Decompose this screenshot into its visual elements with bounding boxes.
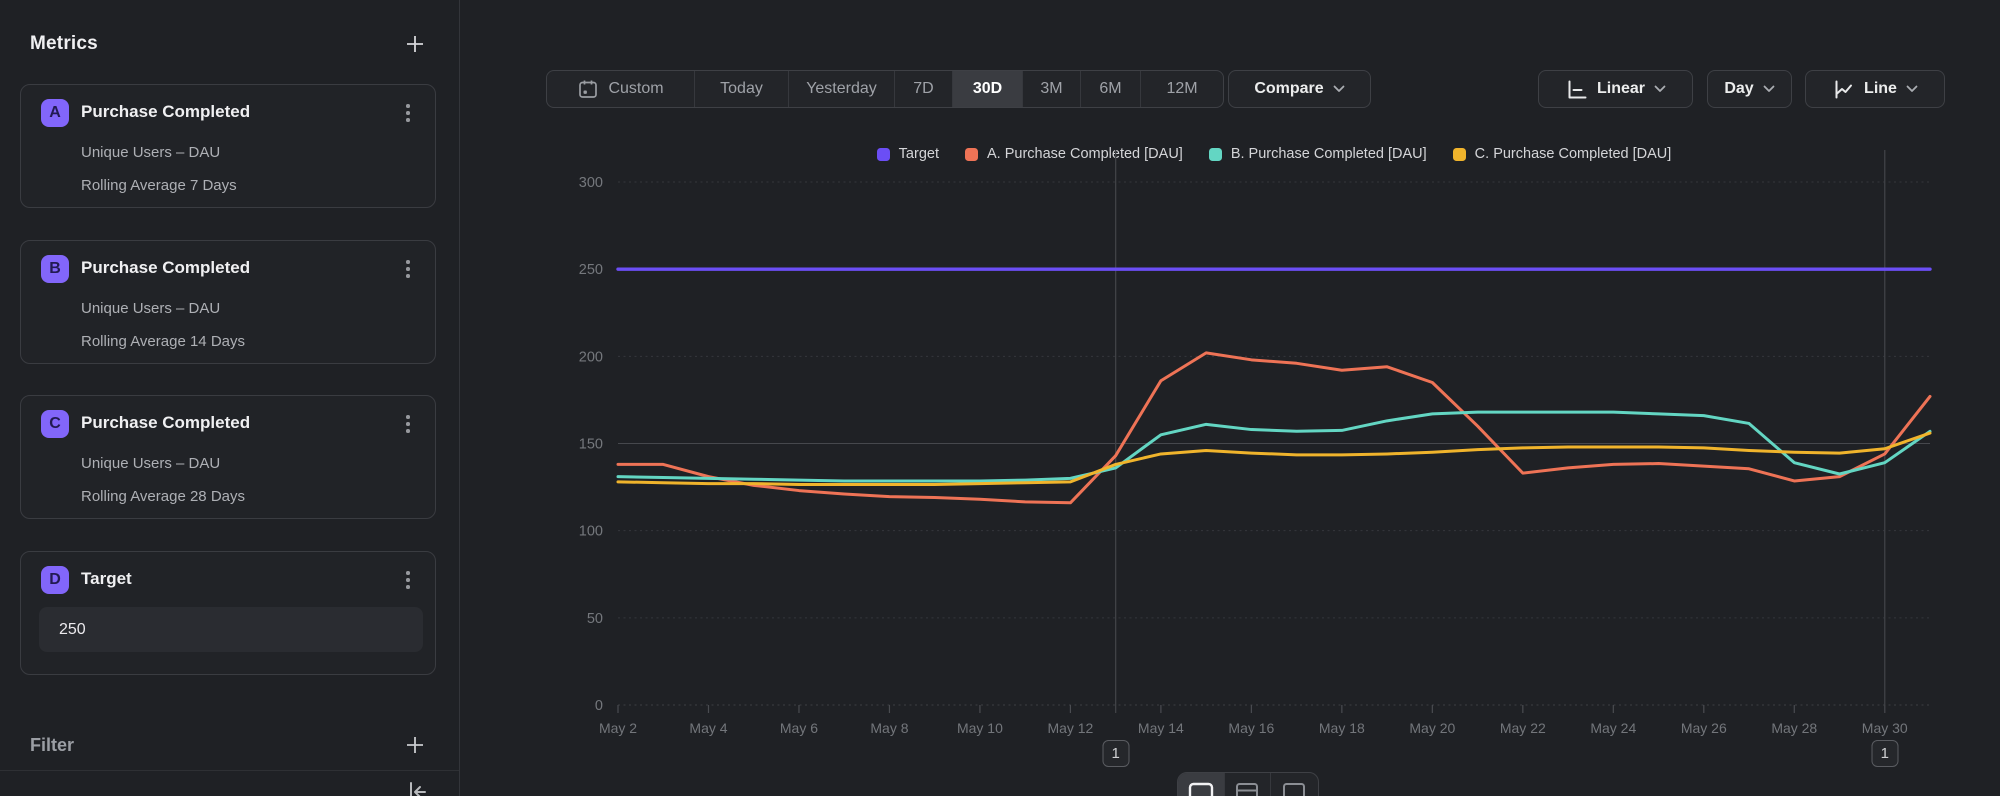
collapse-sidebar-icon (403, 779, 429, 796)
x-axis-label: May 20 (1409, 720, 1455, 736)
kebab-menu-icon (406, 260, 410, 264)
metric-card-a[interactable]: A Purchase Completed Unique Users – DAU … (20, 84, 436, 208)
metric-measure: Unique Users – DAU (81, 455, 220, 472)
x-axis-label: May 16 (1228, 720, 1274, 736)
x-axis-label: May 22 (1500, 720, 1546, 736)
x-axis-label: May 4 (689, 720, 727, 736)
metric-menu-button[interactable] (395, 410, 421, 438)
collapse-sidebar-button[interactable] (403, 779, 429, 796)
metric-title: Target (81, 569, 132, 589)
metric-measure: Unique Users – DAU (81, 300, 220, 317)
y-axis-label: 50 (587, 611, 603, 627)
annotation-badge[interactable]: 1 (1871, 740, 1898, 767)
y-axis-label: 200 (579, 349, 603, 365)
y-axis-label: 0 (595, 698, 603, 714)
kebab-menu-icon (406, 415, 410, 419)
x-axis-label: May 10 (957, 720, 1003, 736)
metric-badge: A (41, 99, 69, 127)
card-view-icon (1282, 782, 1306, 796)
plus-icon (404, 734, 426, 756)
kebab-menu-icon (406, 104, 410, 108)
metric-menu-button[interactable] (395, 566, 421, 594)
x-axis-label: May 8 (870, 720, 908, 736)
annotation-badge[interactable]: 1 (1102, 740, 1129, 767)
metric-badge: C (41, 410, 69, 438)
table-view-button[interactable] (1225, 773, 1272, 796)
chart-view-icon (1188, 782, 1214, 796)
card-view-button[interactable] (1271, 773, 1318, 796)
series-line-C. Purchase Completed [DAU] (618, 433, 1930, 484)
table-view-icon (1235, 782, 1259, 796)
y-axis-label: 100 (579, 524, 603, 540)
kebab-menu-icon (406, 571, 410, 575)
metric-card-c[interactable]: C Purchase Completed Unique Users – DAU … (20, 395, 436, 519)
target-value-input[interactable] (39, 607, 423, 652)
metric-menu-button[interactable] (395, 255, 421, 283)
metric-title: Purchase Completed (81, 413, 250, 433)
x-axis-label: May 28 (1771, 720, 1817, 736)
x-axis-label: May 2 (599, 720, 637, 736)
y-axis-label: 300 (579, 175, 603, 191)
x-axis-label: May 14 (1138, 720, 1184, 736)
metric-badge: D (41, 566, 69, 594)
filter-section: Filter (30, 730, 429, 760)
view-switcher (1177, 772, 1319, 796)
x-axis-label: May 24 (1590, 720, 1636, 736)
add-metric-button[interactable] (401, 30, 429, 58)
metric-transform: Rolling Average 7 Days (81, 177, 237, 194)
sidebar-header: Metrics (30, 30, 429, 58)
chart-svg[interactable]: 0 50 100 150 200 250 300 May 2 May 4 May 6 May 8 Ma… (460, 0, 2000, 796)
metrics-sidebar: Metrics A Purchase Completed Unique User… (0, 0, 460, 796)
x-axis-label: May 18 (1319, 720, 1365, 736)
x-axis-label: May 26 (1681, 720, 1727, 736)
plus-icon (404, 33, 426, 55)
series-line-B. Purchase Completed [DAU] (618, 412, 1930, 481)
sidebar-title: Metrics (30, 33, 98, 55)
y-axis-label: 250 (579, 262, 603, 278)
filter-label: Filter (30, 735, 74, 756)
x-axis-label: May 6 (780, 720, 818, 736)
y-axis-label: 150 (579, 437, 603, 453)
x-axis-label: May 12 (1047, 720, 1093, 736)
metric-transform: Rolling Average 14 Days (81, 333, 245, 350)
x-axis-label: May 30 (1862, 720, 1908, 736)
metric-menu-button[interactable] (395, 99, 421, 127)
metric-title: Purchase Completed (81, 258, 250, 278)
metric-card-b[interactable]: B Purchase Completed Unique Users – DAU … (20, 240, 436, 364)
metric-measure: Unique Users – DAU (81, 144, 220, 161)
sidebar-divider (0, 770, 459, 771)
add-filter-button[interactable] (401, 731, 429, 759)
chart-view-button[interactable] (1178, 773, 1225, 796)
metric-badge: B (41, 255, 69, 283)
metric-card-target[interactable]: D Target (20, 551, 436, 675)
metric-title: Purchase Completed (81, 102, 250, 122)
metric-transform: Rolling Average 28 Days (81, 488, 245, 505)
